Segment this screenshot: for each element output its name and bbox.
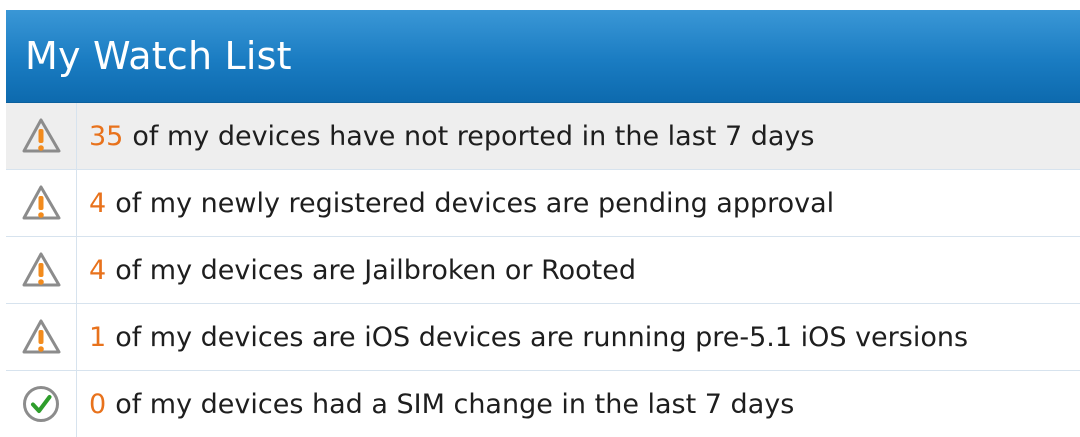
item-count[interactable]: 35	[89, 121, 123, 152]
item-count[interactable]: 4	[89, 188, 106, 219]
watch-list-panel: My Watch List 35 of my devices have not …	[6, 10, 1080, 437]
watch-list-item-text: 4 of my devices are Jailbroken or Rooted	[77, 237, 636, 303]
watch-list-items: 35 of my devices have not reported in th…	[6, 103, 1080, 437]
watch-list-item[interactable]: 1 of my devices are iOS devices are runn…	[6, 304, 1080, 371]
watch-list-item-text: 1 of my devices are iOS devices are runn…	[77, 304, 968, 370]
item-description: of my devices are Jailbroken or Rooted	[115, 254, 637, 286]
item-description: of my newly registered devices are pendi…	[115, 187, 835, 219]
item-count[interactable]: 1	[89, 322, 106, 353]
watch-list-title: My Watch List	[25, 34, 292, 78]
item-count[interactable]: 4	[89, 255, 106, 286]
warning-icon	[6, 170, 77, 236]
check-circle-icon	[6, 371, 77, 437]
item-description: of my devices have not reported in the l…	[132, 120, 815, 152]
warning-icon	[6, 304, 77, 370]
watch-list-item[interactable]: 0 of my devices had a SIM change in the …	[6, 371, 1080, 437]
item-count[interactable]: 0	[89, 389, 106, 420]
watch-list-header: My Watch List	[6, 10, 1080, 103]
item-description: of my devices had a SIM change in the la…	[115, 388, 795, 420]
watch-list-item[interactable]: 4 of my devices are Jailbroken or Rooted	[6, 237, 1080, 304]
watch-list-item-text: 35 of my devices have not reported in th…	[77, 103, 814, 169]
watch-list-item[interactable]: 35 of my devices have not reported in th…	[6, 103, 1080, 170]
item-description: of my devices are iOS devices are runnin…	[115, 321, 969, 353]
watch-list-item[interactable]: 4 of my newly registered devices are pen…	[6, 170, 1080, 237]
warning-icon	[6, 237, 77, 303]
watch-list-item-text: 0 of my devices had a SIM change in the …	[77, 371, 794, 437]
warning-icon	[6, 103, 77, 169]
watch-list-item-text: 4 of my newly registered devices are pen…	[77, 170, 834, 236]
